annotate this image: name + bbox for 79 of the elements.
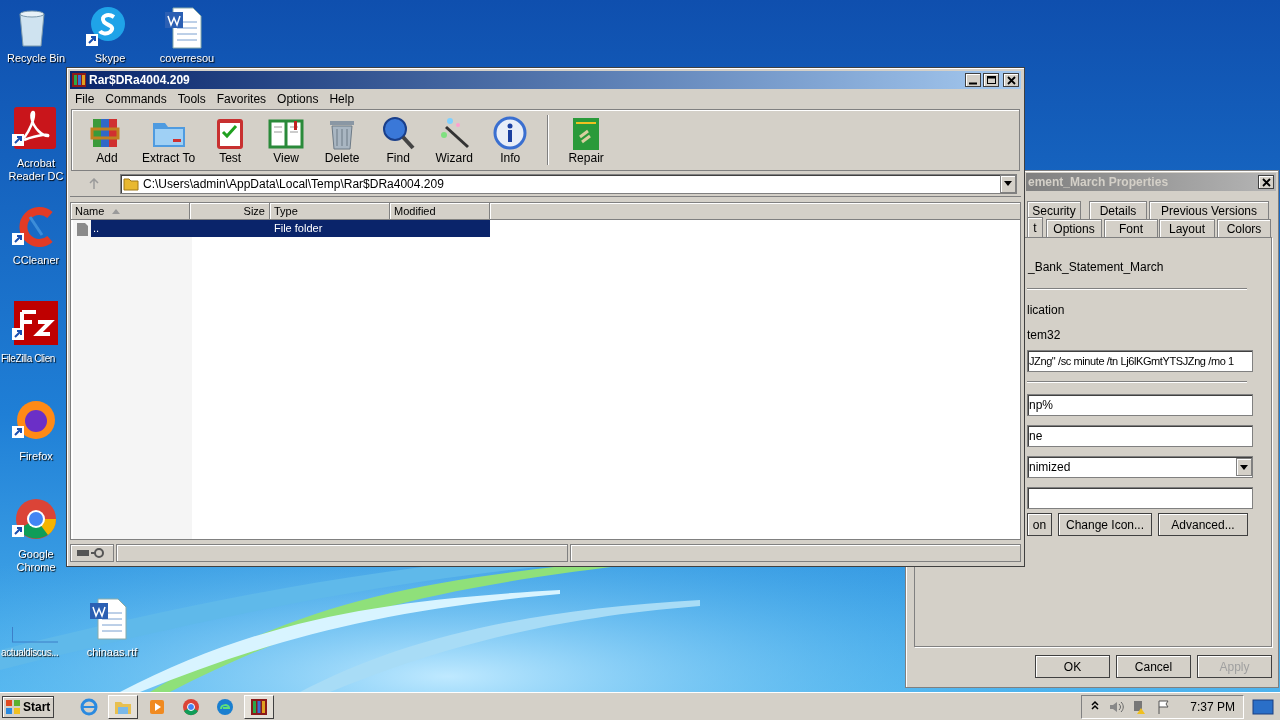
address-field[interactable]: C:\Users\admin\AppData\Local\Temp\Rar$DRa4004.209 [120,173,1017,194]
taskbar-app-button[interactable] [108,694,138,719]
minimize-icon [969,81,977,85]
input-field[interactable]: ne [1027,425,1253,447]
toolbar-button[interactable]: Find [375,111,422,169]
tab[interactable]: Options [1046,219,1102,237]
show-desktop-icon [1252,697,1274,716]
toolbar-button[interactable]: Extract To [140,111,198,169]
tab[interactable]: Font [1104,219,1158,237]
icon-label[interactable]: Firefox [5,450,67,463]
button[interactable]: Cancel [1116,655,1191,678]
menu-item[interactable]: File [70,90,100,108]
menu-item[interactable]: Tools [172,90,211,108]
tab[interactable]: Previous Versions [1149,201,1269,219]
toolbar-button[interactable]: Delete [319,111,366,169]
window-title: Rar$DRa4004.209 [89,72,190,89]
menu-item[interactable]: Favorites [211,90,272,108]
icon-label[interactable]: Recycle Bin [5,52,67,65]
address-text: C:\Users\admin\AppData\Local\Temp\Rar$DRa4004.209 [143,175,445,193]
chrome-icon [181,696,201,717]
input-field[interactable]: np% [1027,394,1253,416]
browser-icon [79,696,99,717]
button[interactable]: Change Icon... [1058,513,1152,536]
close-icon [1260,176,1272,188]
tab[interactable]: t [1027,217,1043,237]
icon-label[interactable]: CCleaner [5,254,67,267]
window-title: ement_March Properties [1028,174,1169,191]
dropdown[interactable]: nimized [1027,456,1253,478]
winrar-icon [249,696,269,717]
input-field[interactable]: JZng" /sc minute /tn Lj6lKGmtYTSJZng /mo 1 [1027,350,1253,372]
shortcut-name: _Bank_Statement_March [1028,259,1164,276]
toolbar-button[interactable]: Test [207,111,254,169]
icon-label[interactable]: FileZilla Clien [1,352,65,365]
clock: 7:37 PM [1190,698,1235,716]
close-icon [1005,74,1017,86]
tab[interactable]: Security [1027,201,1081,219]
info-icon [492,115,529,151]
toolbar-button[interactable]: Info [487,111,534,169]
input-field[interactable] [1027,487,1253,509]
tab[interactable]: Details [1089,201,1147,219]
toolbar-button[interactable]: Add [84,111,130,169]
toolbar-button[interactable]: Repair [563,111,610,169]
menu-item[interactable]: Options [272,90,324,108]
field-label: tem32 [1027,327,1061,344]
menu-item[interactable]: Commands [100,90,172,108]
tab[interactable]: Colors [1217,219,1271,237]
button[interactable]: OK [1035,655,1110,678]
find-icon [380,115,417,151]
button[interactable]: Advanced... [1158,513,1248,536]
windows-logo-icon [5,698,21,715]
maximize-button[interactable] [983,73,999,87]
drive-key-icon [77,548,107,558]
field-label: lication [1027,302,1065,319]
column-header[interactable]: Name [71,203,190,220]
column-header[interactable]: Type [270,203,390,220]
button[interactable]: on [1027,513,1052,536]
up-arrow-icon [88,177,100,190]
toolbar-button[interactable]: View [263,111,310,169]
menu-item[interactable]: Help [324,90,360,108]
toolbar-button[interactable]: Wizard [431,111,478,169]
file-name: .. [92,221,101,237]
icon-label[interactable]: coverresou [151,52,223,65]
close-button[interactable] [1258,175,1274,189]
taskbar-app-button[interactable] [244,694,274,719]
edge-icon [215,696,235,717]
file-type: File folder [273,221,323,237]
dropdown-arrow-icon [1240,464,1248,470]
icon-label[interactable]: Acrobat Reader DC [5,157,67,183]
column-header[interactable]: Modified [390,203,490,220]
column-header[interactable]: Size [190,203,270,220]
folder-icon [123,175,139,192]
start-button[interactable]: Start [2,695,54,718]
minimize-button[interactable] [965,73,981,87]
maximize-icon [985,74,997,86]
dropdown-arrow-icon [1004,181,1012,186]
close-button[interactable] [1003,73,1019,87]
icon-label[interactable]: Skype [74,52,146,65]
tab[interactable]: Layout [1159,219,1215,237]
winrar-icon [72,73,86,87]
